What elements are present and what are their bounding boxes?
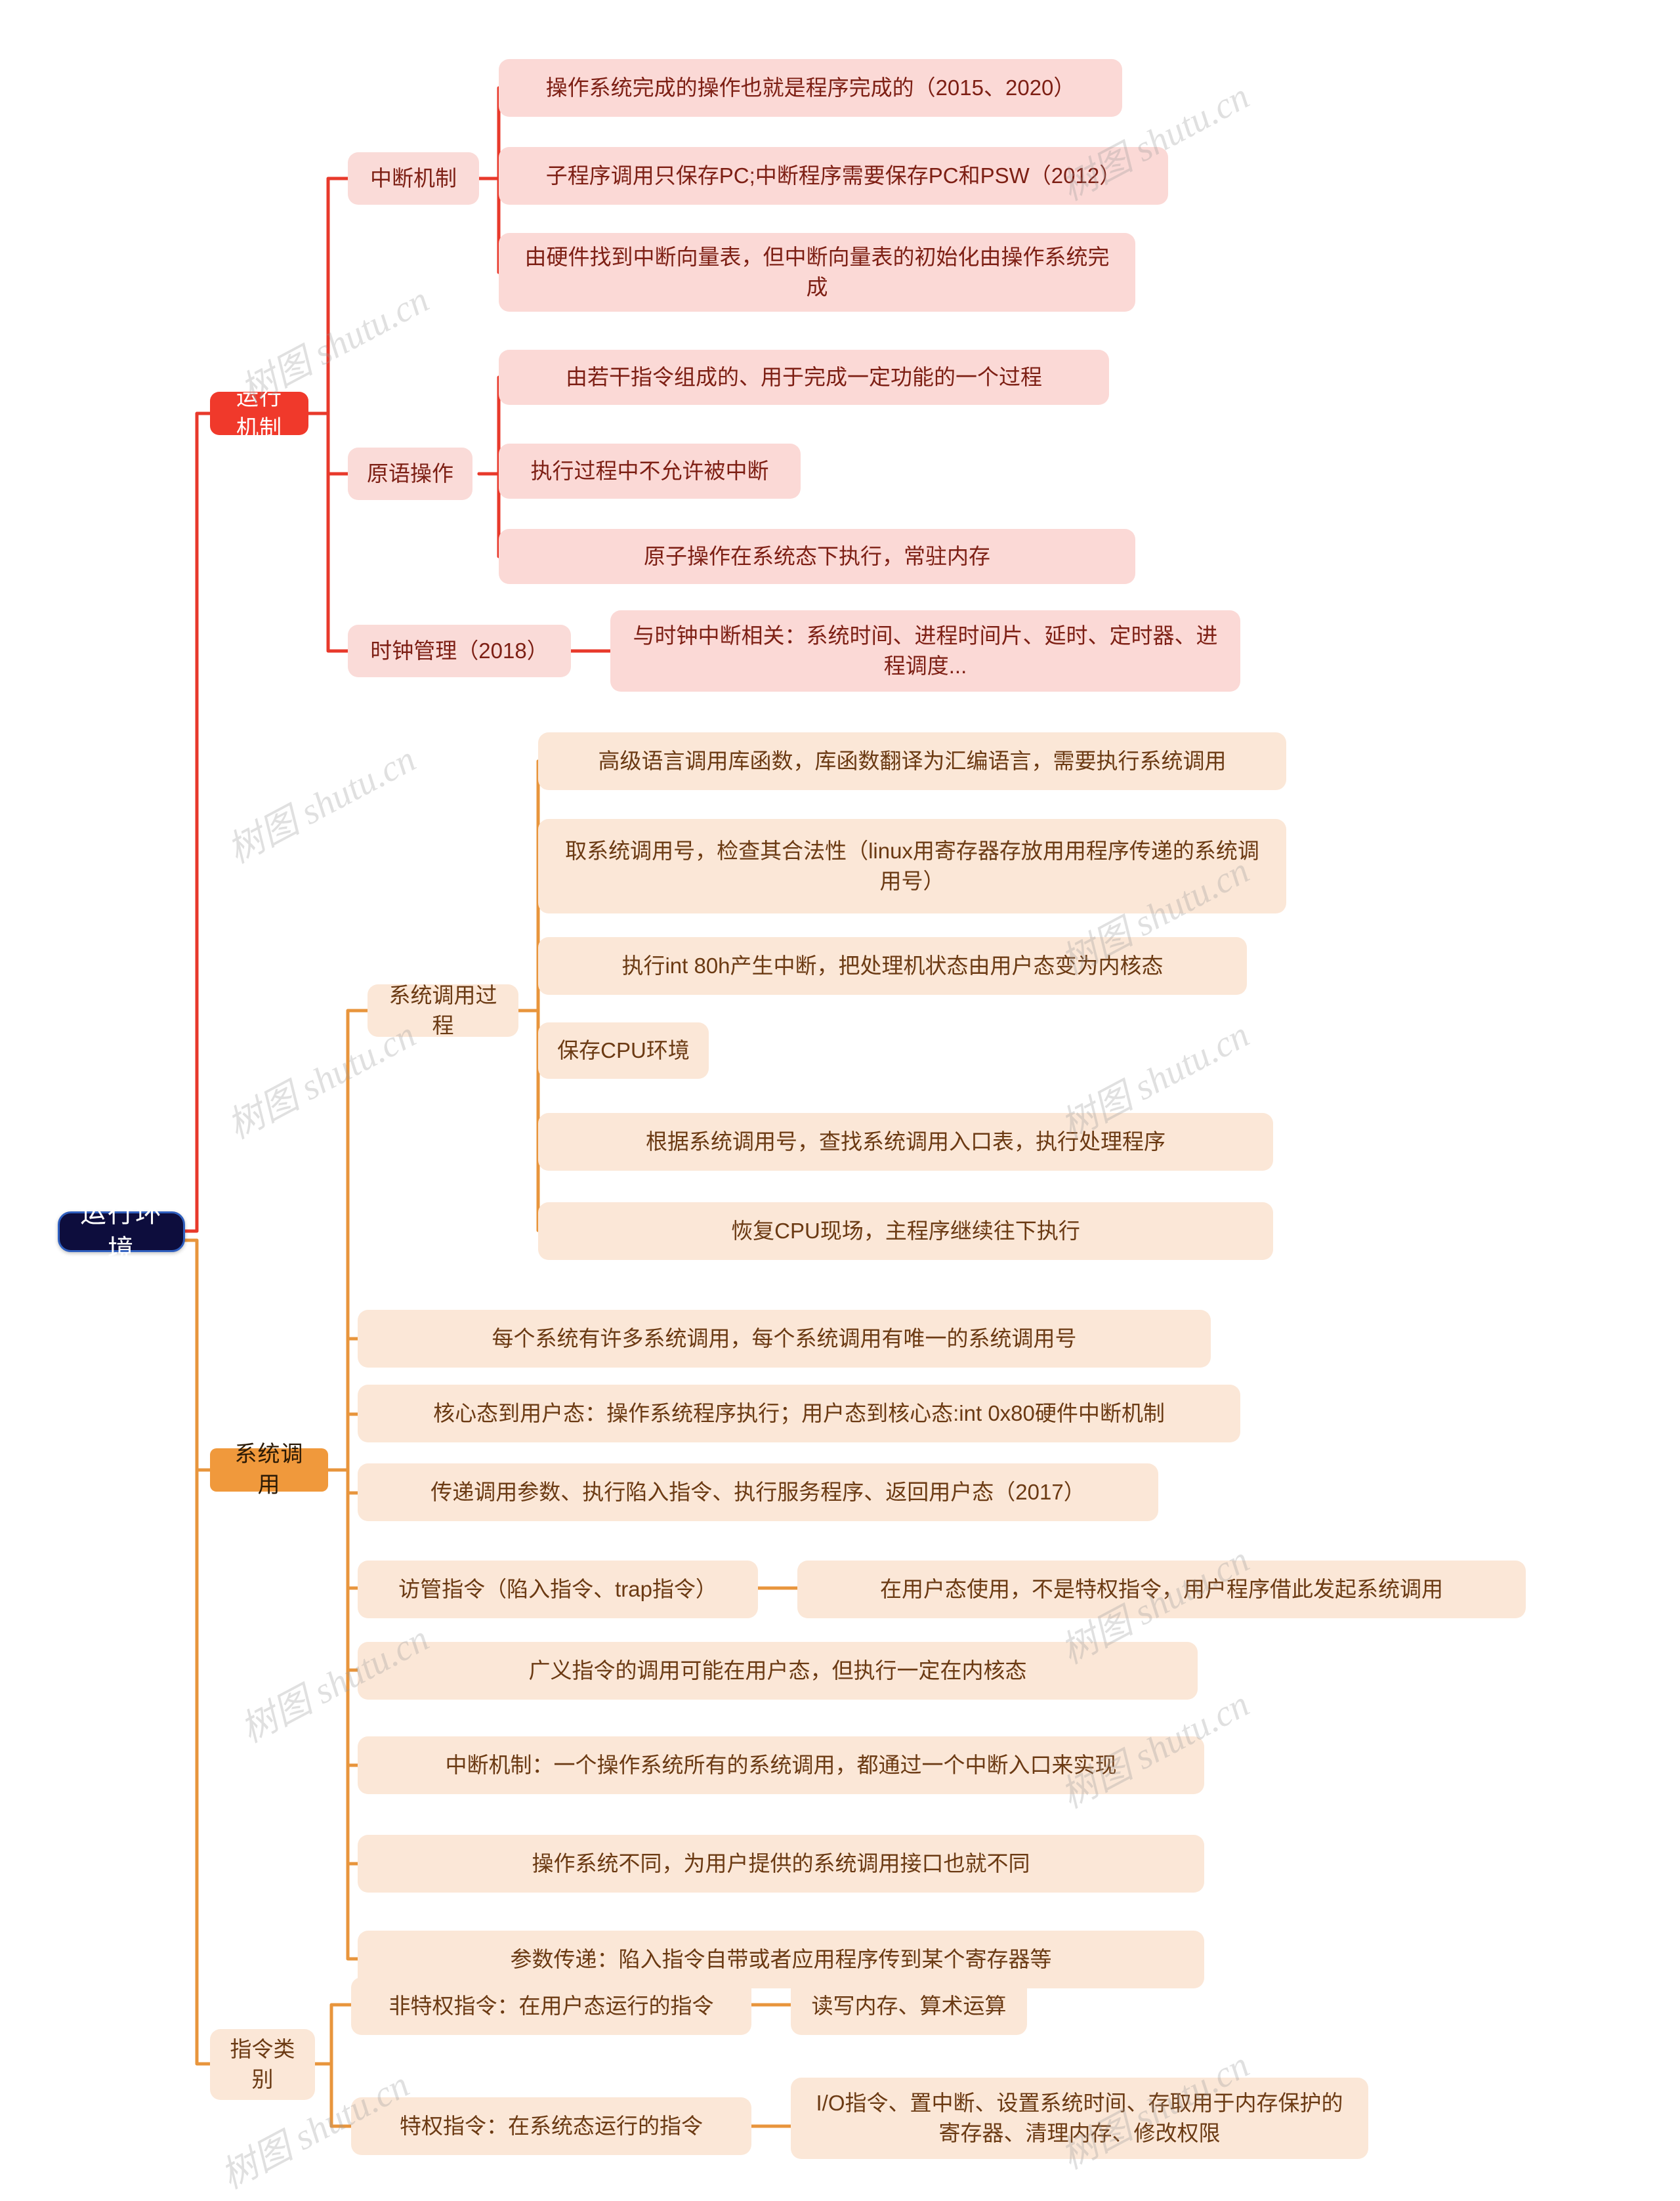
sub-node-nonprivileged-instruction[interactable]: 非特权指令：在用户态运行的指令 [351,1977,751,2035]
sub-node-primitive-operation[interactable]: 原语操作 [348,448,472,500]
leaf-label: 中断机制：一个操作系统所有的系统调用，都通过一个中断入口来实现 [445,1753,1117,1778]
leaf-node[interactable]: 由若干指令组成的、用于完成一定功能的一个过程 [499,350,1109,405]
leaf-node[interactable]: 执行int 80h产生中断，把处理机状态由用户态变为内核态 [538,937,1247,995]
leaf-label: 参数传递：陷入指令自带或者应用程序传到某个寄存器等 [510,1947,1052,1972]
leaf-node[interactable]: 恢复CPU现场，主程序继续往下执行 [538,1202,1273,1260]
leaf-node[interactable]: 在用户态使用，不是特权指令，用户程序借此发起系统调用 [797,1561,1526,1618]
branch-label: 运行机制 [236,385,282,441]
sub-node-label: 访管指令（陷入指令、trap指令） [398,1577,717,1602]
leaf-label: I/O指令、置中断、设置系统时间、存取用于内存保护的寄存器、清理内存、修改权限 [816,2091,1343,2145]
leaf-node[interactable]: 原子操作在系统态下执行，常驻内存 [499,529,1135,584]
leaf-node[interactable]: 广义指令的调用可能在用户态，但执行一定在内核态 [358,1642,1198,1700]
leaf-node[interactable]: 读写内存、算术运算 [791,1977,1027,2035]
leaf-label: 执行int 80h产生中断，把处理机状态由用户态变为内核态 [621,954,1164,978]
leaf-node[interactable]: 由硬件找到中断向量表，但中断向量表的初始化由操作系统完成 [499,233,1135,312]
sub-node-interrupt-mechanism[interactable]: 中断机制 [348,152,479,205]
leaf-label: 操作系统完成的操作也就是程序完成的（2015、2020） [545,75,1076,100]
leaf-label: 操作系统不同，为用户提供的系统调用接口也就不同 [532,1851,1030,1876]
leaf-node[interactable]: 与时钟中断相关：系统时间、进程时间片、延时、定时器、进程调度... [610,610,1240,692]
sub-node-label: 非特权指令：在用户态运行的指令 [388,1994,714,2019]
leaf-label: 恢复CPU现场，主程序继续往下执行 [731,1219,1080,1244]
sub-node-label: 中断机制 [370,166,457,191]
mindmap-canvas: 运行环境 运行机制 中断机制 操作系统完成的操作也就是程序完成的（2015、20… [0,0,1680,2201]
leaf-label: 执行过程中不允许被中断 [530,459,769,484]
leaf-node[interactable]: 保存CPU环境 [538,1022,709,1079]
leaf-node[interactable]: 核心态到用户态：操作系统程序执行；用户态到核心态:int 0x80硬件中断机制 [358,1385,1240,1442]
leaf-label: 保存CPU环境 [557,1038,690,1063]
leaf-label: 在用户态使用，不是特权指令，用户程序借此发起系统调用 [880,1577,1443,1602]
leaf-label: 由硬件找到中断向量表，但中断向量表的初始化由操作系统完成 [524,245,1110,299]
sub-node-label: 原语操作 [367,461,453,486]
leaf-node[interactable]: 取系统调用号，检查其合法性（linux用寄存器存放用用程序传递的系统调用号） [538,819,1286,913]
leaf-node[interactable]: I/O指令、置中断、设置系统时间、存取用于内存保护的寄存器、清理内存、修改权限 [791,2078,1368,2159]
sub-node-clock-management[interactable]: 时钟管理（2018） [348,625,571,677]
leaf-label: 原子操作在系统态下执行，常驻内存 [644,544,990,569]
root-label: 运行环境 [80,1198,163,1264]
branch-label: 系统调用 [234,1442,304,1498]
watermark: 树图 shutu.cn [221,738,423,871]
leaf-label: 传递调用参数、执行陷入指令、执行服务程序、返回用户态（2017） [430,1480,1085,1505]
leaf-node[interactable]: 操作系统完成的操作也就是程序完成的（2015、2020） [499,59,1122,117]
leaf-label: 由若干指令组成的、用于完成一定功能的一个过程 [566,365,1042,390]
leaf-label: 根据系统调用号，查找系统调用入口表，执行处理程序 [646,1129,1166,1154]
leaf-label: 每个系统有许多系统调用，每个系统调用有唯一的系统调用号 [492,1326,1077,1351]
leaf-node[interactable]: 根据系统调用号，查找系统调用入口表，执行处理程序 [538,1113,1273,1171]
leaf-label: 与时钟中断相关：系统时间、进程时间片、延时、定时器、进程调度... [633,623,1218,678]
sub-node-system-call-process[interactable]: 系统调用过程 [368,983,518,1038]
leaf-label: 核心态到用户态：操作系统程序执行；用户态到核心态:int 0x80硬件中断机制 [433,1401,1165,1426]
sub-node-label: 特权指令：在系统态运行的指令 [400,2114,703,2139]
leaf-node[interactable]: 传递调用参数、执行陷入指令、执行服务程序、返回用户态（2017） [358,1463,1158,1521]
leaf-node[interactable]: 高级语言调用库函数，库函数翻译为汇编语言，需要执行系统调用 [538,732,1286,790]
sub-node-label: 系统调用过程 [388,983,497,1038]
leaf-node[interactable]: 每个系统有许多系统调用，每个系统调用有唯一的系统调用号 [358,1310,1211,1368]
branch-node-system-call[interactable]: 系统调用 [210,1442,328,1498]
sub-node-label: 时钟管理（2018） [370,639,549,663]
sub-node-label: 指令类别 [230,2037,295,2091]
leaf-label: 读写内存、算术运算 [811,1994,1007,2019]
sub-node-instruction-category[interactable]: 指令类别 [210,2029,315,2100]
leaf-node[interactable]: 执行过程中不允许被中断 [499,444,801,499]
leaf-node[interactable]: 子程序调用只保存PC;中断程序需要保存PC和PSW（2012） [499,147,1168,205]
root-node[interactable]: 运行环境 [58,1199,185,1264]
leaf-node[interactable]: 操作系统不同，为用户提供的系统调用接口也就不同 [358,1835,1204,1893]
sub-node-privileged-instruction[interactable]: 特权指令：在系统态运行的指令 [351,2097,751,2155]
branch-node-operation-mechanism[interactable]: 运行机制 [210,385,308,441]
leaf-label: 高级语言调用库函数，库函数翻译为汇编语言，需要执行系统调用 [598,749,1227,774]
leaf-label: 广义指令的调用可能在用户态，但执行一定在内核态 [528,1658,1027,1683]
sub-node-supervisor-instruction[interactable]: 访管指令（陷入指令、trap指令） [358,1561,758,1618]
leaf-label: 子程序调用只保存PC;中断程序需要保存PC和PSW（2012） [545,163,1122,188]
leaf-node[interactable]: 中断机制：一个操作系统所有的系统调用，都通过一个中断入口来实现 [358,1736,1204,1794]
leaf-label: 取系统调用号，检查其合法性（linux用寄存器存放用用程序传递的系统调用号） [565,839,1259,893]
